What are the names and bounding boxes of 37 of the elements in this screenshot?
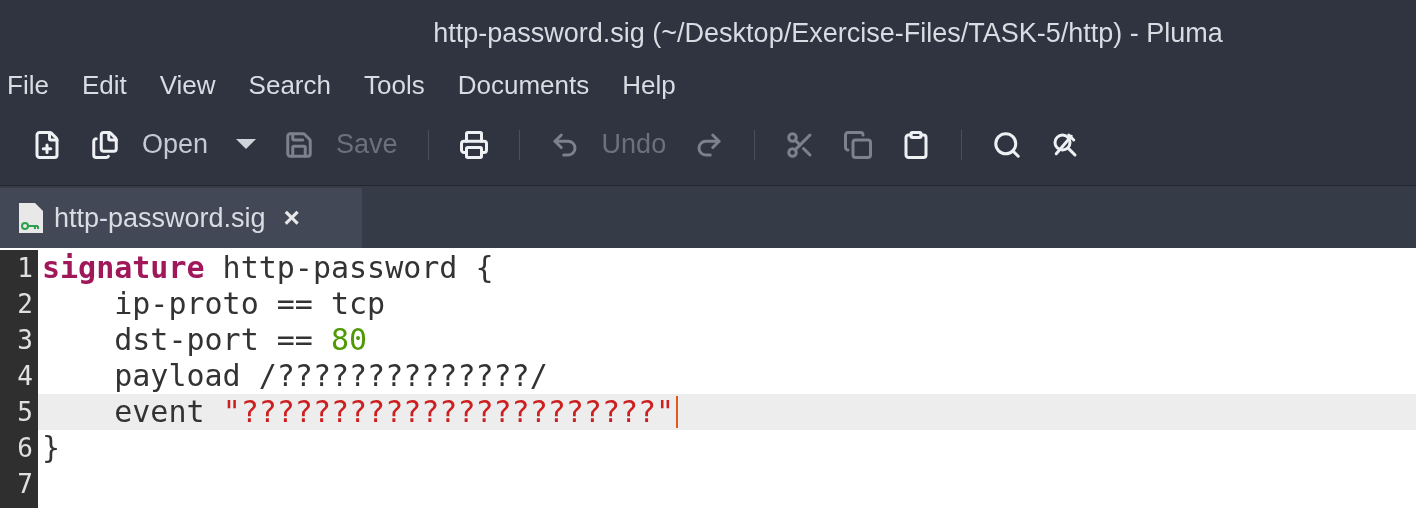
code-text: 80 xyxy=(331,322,368,358)
text-cursor xyxy=(676,396,679,428)
menu-item[interactable]: Edit xyxy=(81,65,127,105)
code-text: "???????????????????????" xyxy=(222,394,675,430)
code-text: payload /??????????????/ xyxy=(113,358,548,394)
copy-icon xyxy=(843,129,874,160)
menu-item[interactable]: Documents xyxy=(457,65,590,105)
line-number: 6 xyxy=(17,432,33,465)
code-text: dst-port == xyxy=(113,322,314,358)
menu-item[interactable]: Search xyxy=(248,65,331,105)
file-tab[interactable]: http-password.sig × xyxy=(0,188,362,248)
search-icon xyxy=(992,129,1023,160)
window-title: http-password.sig (~/Desktop/Exercise-Files/TASK-5/http) - Pluma xyxy=(432,16,1223,50)
code-text: http-password { xyxy=(221,250,494,286)
code-text: event xyxy=(113,394,206,430)
caret-icon xyxy=(236,138,257,151)
close-tab-button[interactable]: × xyxy=(283,197,300,239)
menu-item[interactable]: Help xyxy=(622,65,676,105)
code-text: signature xyxy=(42,250,205,286)
line-number: 5 xyxy=(17,396,33,429)
tab-label: http-password.sig xyxy=(54,201,266,235)
printer-icon xyxy=(458,129,489,160)
key-file-icon xyxy=(18,202,44,234)
code-text: ip-proto == tcp xyxy=(113,286,386,322)
line-number: 1 xyxy=(17,252,33,285)
menu-item[interactable]: View xyxy=(159,65,216,105)
toolbar-button[interactable]: Open xyxy=(76,119,223,170)
save-icon xyxy=(284,129,315,160)
open-file-icon xyxy=(90,129,120,160)
line-number: 7 xyxy=(17,468,33,501)
menu-item[interactable]: Tools xyxy=(364,65,425,105)
code-text: } xyxy=(42,430,61,466)
line-number: 4 xyxy=(17,360,33,393)
line-number: 3 xyxy=(17,324,33,357)
menu-item[interactable]: File xyxy=(7,65,49,105)
editor[interactable]: 1 2 3 4 5 6 7 signature http-password { ip-proto == tcp dst-port == 80 payload /??????????????/ event "???????????????????????" } xyxy=(0,248,1416,508)
line-number: 2 xyxy=(17,288,33,321)
